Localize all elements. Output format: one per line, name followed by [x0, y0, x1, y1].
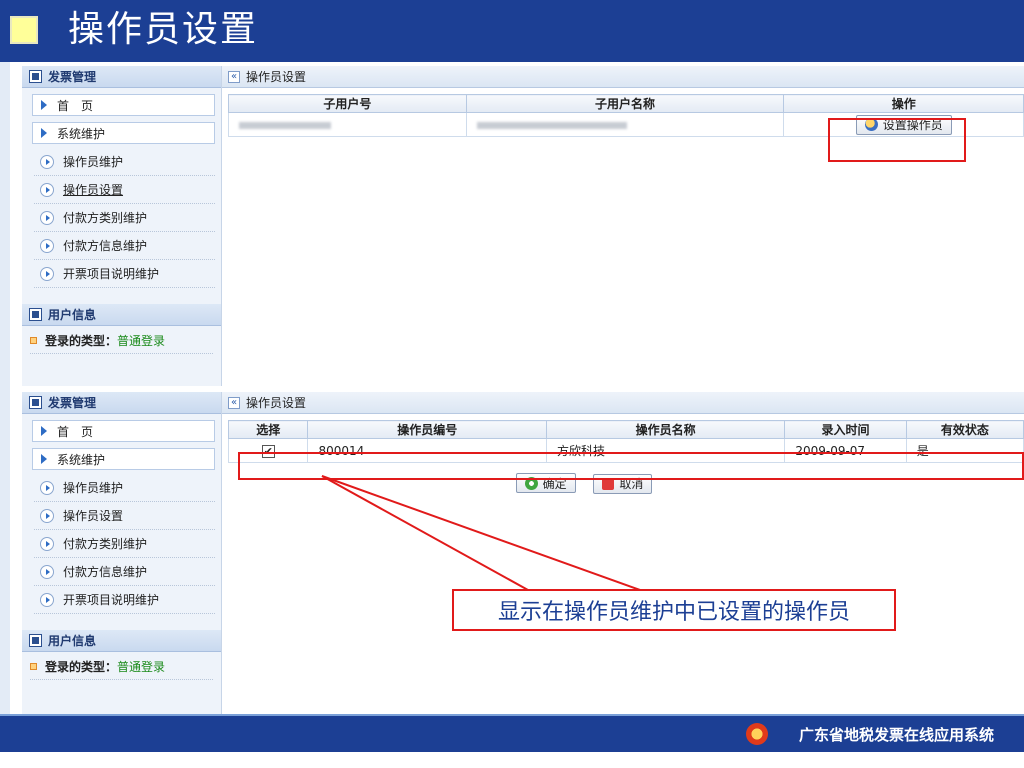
annotation-lines [321, 475, 641, 591]
system-name: 广东省地税发票在线应用系统 [798, 726, 994, 744]
annotation-line [321, 475, 529, 591]
tax-emblem-icon [746, 723, 768, 745]
annotation-callout: 显示在操作员维护中已设置的操作员 [452, 589, 896, 631]
annotation-line [321, 475, 641, 591]
footer-bar: 广东省地税发票在线应用系统 [0, 714, 1024, 752]
